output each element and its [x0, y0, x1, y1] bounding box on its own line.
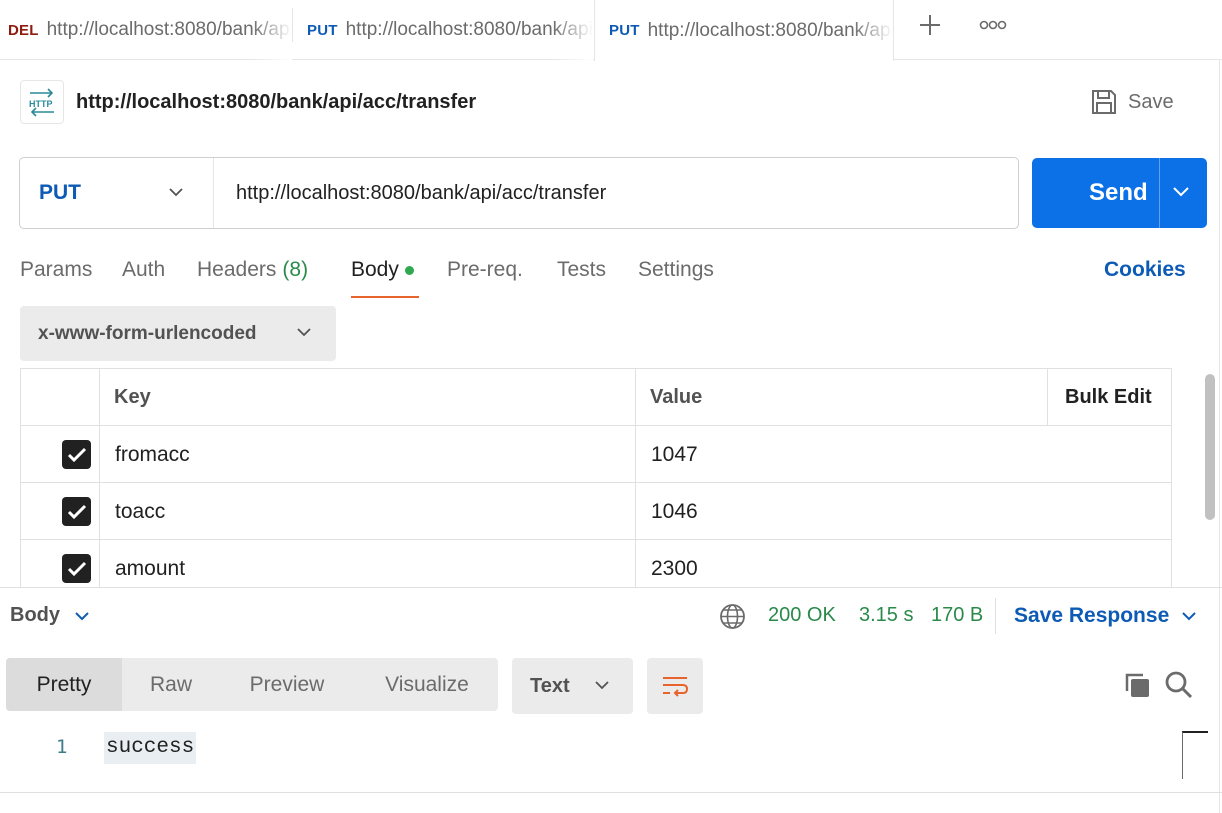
body-type-label: x-www-form-urlencoded [38, 322, 257, 344]
request-title[interactable]: http://localhost:8080/bank/api/acc/trans… [76, 91, 476, 114]
send-label: Send [1089, 179, 1148, 206]
more-tabs-button[interactable] [973, 10, 1013, 40]
tab-body[interactable]: Body [351, 250, 419, 298]
body-type-select[interactable]: x-www-form-urlencoded [20, 306, 336, 361]
cookies-link[interactable]: Cookies [1104, 258, 1186, 282]
chevron-down-icon [75, 611, 89, 620]
tab-auth[interactable]: Auth [122, 250, 165, 298]
save-button[interactable]: Save [1090, 84, 1174, 120]
save-label: Save [1128, 90, 1174, 113]
request-tab[interactable]: PUT http://localhost:8080/bank/api/acc/d… [293, 0, 593, 60]
row-key[interactable]: amount [115, 540, 185, 588]
save-response-button[interactable]: Save Response [1014, 604, 1197, 628]
request-tab[interactable]: DEL http://localhost:8080/bank/api/acc/d… [0, 0, 292, 60]
row-checkbox[interactable] [62, 554, 91, 583]
more-icon [979, 20, 1007, 30]
response-section-label: Body [10, 604, 60, 626]
plus-icon [920, 15, 940, 35]
tab-pre-request[interactable]: Pre-req. [447, 250, 523, 298]
search-icon[interactable] [1164, 670, 1194, 700]
chevron-down-icon [169, 188, 183, 197]
chevron-down-icon [595, 681, 609, 690]
response-code-line: 1 success [0, 730, 1180, 766]
row-value[interactable]: 1046 [651, 483, 698, 540]
view-tab-preview[interactable]: Preview [232, 658, 342, 711]
request-tab-strip: DEL http://localhost:8080/bank/api/acc/d… [0, 0, 1222, 61]
row-checkbox[interactable] [62, 440, 91, 469]
response-format-select[interactable]: Text [512, 658, 633, 714]
method-label: PUT [39, 181, 81, 204]
tab-headers[interactable]: Headers (8) [197, 250, 308, 298]
row-key[interactable]: fromacc [115, 426, 190, 483]
response-view-tabs: Pretty Raw Preview Visualize [6, 658, 498, 711]
headers-count: (8) [282, 258, 309, 281]
tab-tests[interactable]: Tests [557, 250, 606, 298]
wrap-lines-button[interactable] [647, 658, 703, 714]
chevron-down-icon [1182, 612, 1196, 621]
row-checkbox[interactable] [62, 497, 91, 526]
response-minimap[interactable] [1182, 731, 1208, 779]
table-scrollbar-thumb[interactable] [1205, 374, 1215, 520]
wrap-lines-icon [663, 677, 689, 697]
chevron-down-icon [297, 328, 311, 337]
response-resize-handle[interactable] [0, 587, 1222, 588]
row-key[interactable]: toacc [115, 483, 165, 540]
url-bar: PUT [19, 157, 1019, 229]
copy-icon[interactable] [1122, 670, 1152, 700]
tab-params[interactable]: Params [20, 250, 92, 298]
response-time[interactable]: 3.15 s [859, 604, 913, 627]
tab-settings[interactable]: Settings [638, 250, 714, 298]
key-column-header: Key [114, 386, 151, 408]
send-button[interactable]: Send [1032, 158, 1207, 228]
tab-method: PUT [307, 21, 338, 39]
view-tab-pretty[interactable]: Pretty [6, 658, 122, 711]
table-row: toacc 1046 [21, 483, 1171, 540]
checkmark-icon [67, 504, 86, 519]
table-header-row: Key Value Bulk Edit [21, 369, 1171, 426]
request-tab-active[interactable]: PUT http://localhost:8080/bank/api/acc/t… [594, 0, 894, 61]
response-size[interactable]: 170 B [931, 604, 983, 627]
table-row: fromacc 1047 [21, 426, 1171, 483]
table-row: amount 2300 [21, 540, 1171, 588]
method-select[interactable]: PUT [20, 158, 214, 228]
svg-text:HTTP: HTTP [29, 99, 53, 109]
url-input[interactable] [214, 158, 1018, 228]
tab-method: PUT [609, 22, 640, 39]
tab-method: DEL [8, 21, 39, 39]
chevron-down-icon[interactable] [1172, 185, 1190, 199]
response-format-label: Text [530, 674, 570, 697]
response-section-select[interactable]: Body [10, 604, 90, 627]
http-icon: HTTP [20, 80, 64, 124]
bulk-edit-button[interactable]: Bulk Edit [1065, 369, 1152, 426]
row-value[interactable]: 1047 [651, 426, 698, 483]
form-data-table: Key Value Bulk Edit fromacc 1047 toacc 1… [20, 368, 1172, 588]
view-tab-visualize[interactable]: Visualize [368, 658, 486, 711]
save-icon [1092, 90, 1116, 114]
line-number: 1 [56, 736, 68, 758]
value-column-header: Value [650, 386, 703, 408]
checkmark-icon [67, 561, 86, 576]
row-value[interactable]: 2300 [651, 540, 698, 588]
save-response-label: Save Response [1014, 604, 1170, 627]
response-body-text[interactable]: success [104, 732, 197, 764]
view-tab-raw[interactable]: Raw [122, 658, 220, 711]
new-tab-button[interactable] [910, 10, 950, 40]
checkmark-icon [67, 447, 86, 462]
globe-icon[interactable] [719, 603, 746, 630]
body-indicator-dot [404, 266, 414, 275]
request-header: HTTP http://localhost:8080/bank/api/acc/… [20, 80, 476, 124]
status-code[interactable]: 200 OK [768, 604, 836, 627]
